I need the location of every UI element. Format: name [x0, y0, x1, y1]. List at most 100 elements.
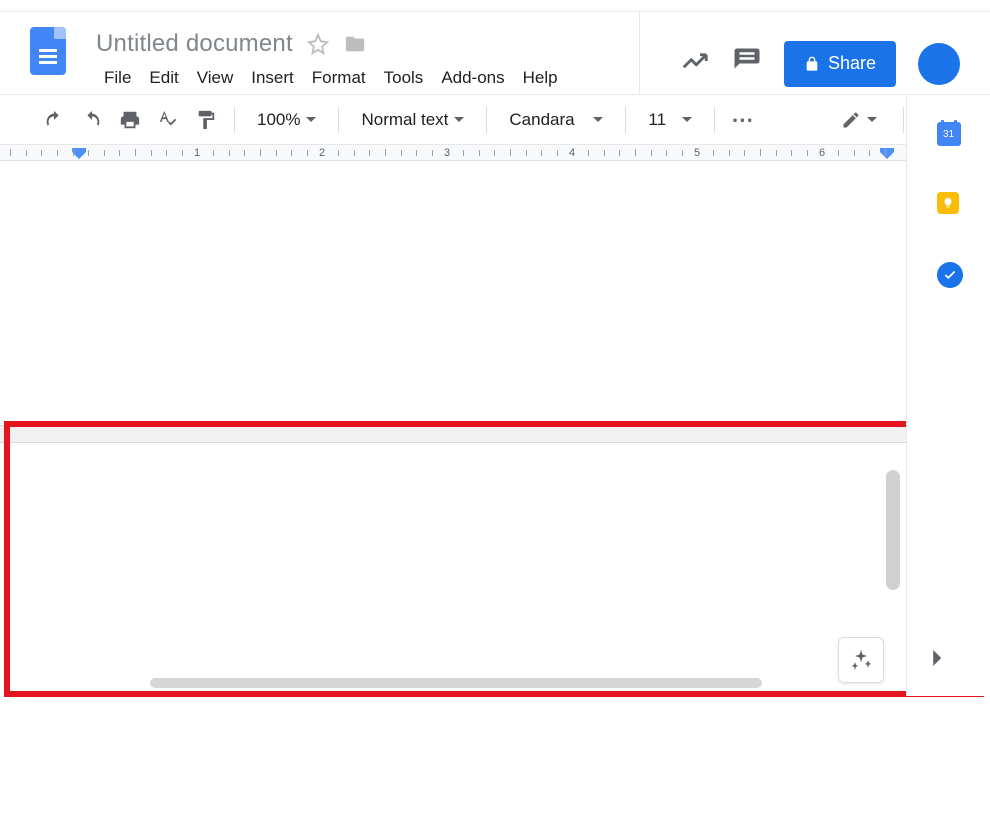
toolbar-separator [903, 107, 904, 133]
ruler-tick [838, 150, 839, 156]
horizontal-scrollbar[interactable] [150, 678, 762, 688]
editing-mode-dropdown[interactable] [833, 104, 885, 136]
ruler-tick [213, 150, 214, 156]
font-size-dropdown[interactable]: 11 [640, 104, 700, 136]
undo-icon[interactable] [40, 106, 68, 134]
ruler-tick [526, 150, 527, 156]
ruler-tick [588, 150, 589, 156]
ruler-tick [541, 150, 542, 156]
ruler-tick [26, 150, 27, 156]
chevron-down-icon [593, 110, 603, 130]
document-title[interactable]: Untitled document [96, 30, 293, 58]
spellcheck-icon[interactable] [154, 106, 182, 134]
menu-file[interactable]: File [96, 64, 139, 92]
horizontal-ruler[interactable]: 1 2 3 4 5 6 [0, 145, 906, 161]
ruler-tick [135, 149, 136, 156]
ruler-tick [244, 150, 245, 156]
document-canvas[interactable] [0, 161, 906, 701]
toolbar-separator [714, 107, 715, 133]
ruler-tick [744, 150, 745, 156]
side-panel: 31 [906, 96, 990, 696]
ruler-tick [291, 150, 292, 156]
calendar-app-icon[interactable]: 31 [937, 122, 961, 146]
docs-logo-icon[interactable] [30, 27, 66, 75]
vertical-scrollbar[interactable] [886, 470, 900, 590]
print-icon[interactable] [116, 106, 144, 134]
ruler-tick [854, 150, 855, 156]
ruler-tick [401, 150, 402, 156]
font-value: Candara [509, 110, 574, 130]
ruler-tick [713, 150, 714, 156]
ruler-tick [510, 149, 511, 156]
calendar-day: 31 [943, 129, 954, 140]
share-label: Share [828, 53, 876, 74]
ruler-tick [369, 150, 370, 156]
ruler-tick [494, 150, 495, 156]
page-2[interactable] [10, 443, 880, 823]
ruler-mark-4: 4 [567, 145, 577, 161]
more-tools-icon[interactable]: ⋯ [729, 106, 757, 134]
redo-icon[interactable] [78, 106, 106, 134]
chevron-down-icon [682, 110, 692, 130]
ruler-tick [635, 149, 636, 156]
page-gap [0, 425, 906, 443]
menu-tools[interactable]: Tools [376, 64, 432, 92]
style-value: Normal text [361, 110, 448, 130]
ruler-tick [666, 150, 667, 156]
chevron-down-icon [867, 110, 877, 130]
menu-addons[interactable]: Add-ons [433, 64, 512, 92]
zoom-dropdown[interactable]: 100% [249, 104, 324, 136]
ruler-tick [557, 150, 558, 156]
ruler-tick [791, 150, 792, 156]
ruler-tick [729, 150, 730, 156]
toolbar: 100% Normal text Candara 11 ⋯ [0, 95, 990, 145]
paint-format-icon[interactable] [192, 106, 220, 134]
ruler-tick [151, 150, 152, 156]
ruler-tick [432, 150, 433, 156]
font-size-value: 11 [648, 110, 666, 130]
ruler-mark-2: 2 [317, 145, 327, 161]
ruler-tick [479, 150, 480, 156]
page-1[interactable] [10, 161, 880, 425]
font-dropdown[interactable]: Candara [501, 104, 611, 136]
menu-help[interactable]: Help [515, 64, 566, 92]
paragraph-style-dropdown[interactable]: Normal text [353, 104, 472, 136]
menu-view[interactable]: View [189, 64, 242, 92]
ruler-tick [88, 150, 89, 156]
comments-icon[interactable] [732, 46, 762, 81]
toolbar-separator [234, 107, 235, 133]
app-header: Untitled document File Edit View Insert … [0, 12, 990, 95]
logo-area [0, 12, 96, 75]
star-icon[interactable] [307, 33, 329, 55]
activity-icon[interactable] [680, 46, 710, 81]
ruler-tick [354, 150, 355, 156]
ruler-tick [10, 149, 11, 156]
ruler-tick [166, 150, 167, 156]
ruler-tick [385, 149, 386, 156]
ruler-tick [73, 149, 74, 156]
ruler-tick [229, 150, 230, 156]
ruler-tick [682, 150, 683, 156]
share-button[interactable]: Share [784, 41, 896, 87]
menu-bar: File Edit View Insert Format Tools Add-o… [96, 64, 639, 92]
ruler-tick [885, 149, 886, 156]
toolbar-separator [486, 107, 487, 133]
keep-app-icon[interactable] [937, 192, 961, 216]
ruler-tick [41, 150, 42, 156]
ruler-tick [651, 150, 652, 156]
ruler-tick [604, 150, 605, 156]
account-avatar[interactable] [918, 43, 960, 85]
ruler-tick [776, 150, 777, 156]
chevron-down-icon [454, 110, 464, 130]
menu-format[interactable]: Format [304, 64, 374, 92]
title-row: Untitled document [96, 30, 639, 58]
menu-edit[interactable]: Edit [141, 64, 186, 92]
side-panel-expand-icon[interactable] [930, 650, 946, 671]
tasks-app-icon[interactable] [937, 262, 961, 286]
ruler-mark-1: 1 [192, 145, 202, 161]
folder-move-icon[interactable] [343, 33, 367, 55]
menu-insert[interactable]: Insert [243, 64, 302, 92]
ruler-tick [807, 150, 808, 156]
ruler-tick [276, 150, 277, 156]
explore-button[interactable] [838, 637, 884, 683]
